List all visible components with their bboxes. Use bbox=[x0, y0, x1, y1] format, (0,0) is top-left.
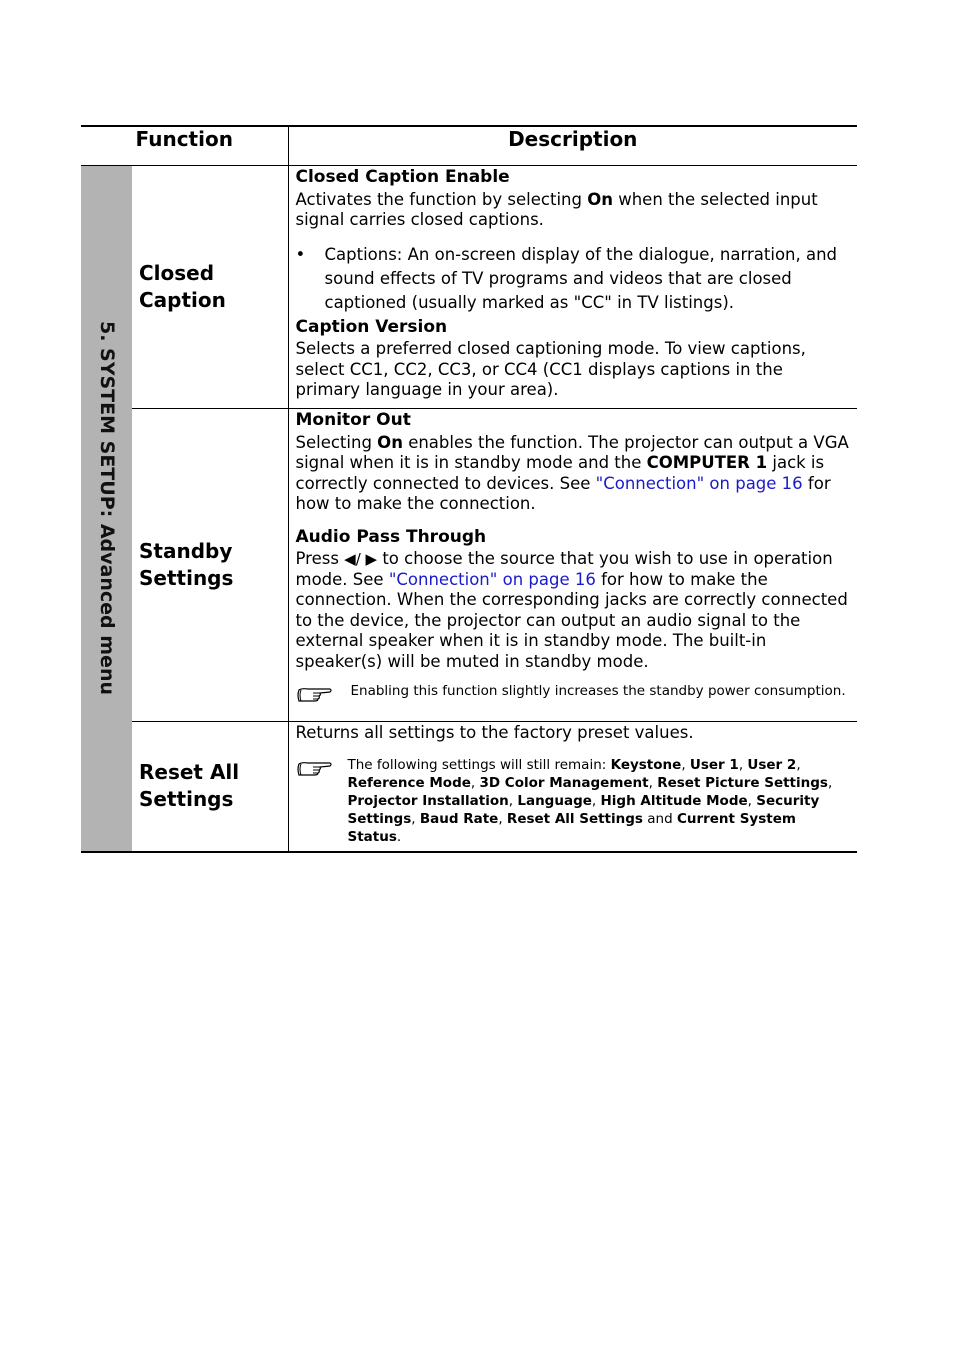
paragraph: Activates the function by selecting On w… bbox=[295, 189, 818, 230]
note-text: The following settings will still remain… bbox=[347, 756, 833, 845]
paragraph: Press ◀/ ▶ to choose the source that you… bbox=[295, 549, 848, 671]
preserved-setting: Keystone bbox=[610, 756, 682, 773]
preserved-setting: Reference Mode bbox=[347, 774, 471, 791]
paragraph: Selecting On enables the function. The p… bbox=[295, 432, 849, 514]
table-row: Standby Settings Monitor Out Selecting O… bbox=[81, 408, 857, 722]
bullet-icon: • bbox=[295, 244, 306, 264]
function-table: Function Description 5. SYSTEM SETUP: Ad… bbox=[81, 125, 857, 853]
table-row: 5. SYSTEM SETUP: Advanced menu Closed Ca… bbox=[81, 165, 857, 853]
subheading: Audio Pass Through bbox=[295, 526, 487, 547]
function-description: Monitor Out Selecting On enables the fun… bbox=[288, 408, 857, 722]
preserved-setting: High Altitude Mode bbox=[600, 792, 748, 809]
function-description: Closed Caption Enable Activates the func… bbox=[288, 165, 857, 409]
left-right-arrow-icon: ◀/ ▶ bbox=[344, 550, 378, 568]
note: Enabling this function slightly increase… bbox=[296, 682, 850, 709]
function-name: Reset All Settings bbox=[132, 721, 289, 853]
paragraph: Selects a preferred closed captioning mo… bbox=[295, 339, 806, 399]
note: The following settings will still remain… bbox=[296, 756, 850, 846]
preserved-setting: User 1 bbox=[689, 756, 739, 773]
preserved-setting: User 2 bbox=[747, 756, 797, 773]
function-name: Standby Settings bbox=[132, 408, 289, 722]
subheading: Monitor Out bbox=[295, 410, 411, 430]
pointing-hand-icon bbox=[296, 756, 348, 783]
header-description: Description bbox=[288, 125, 857, 166]
section-side-tab: 5. SYSTEM SETUP: Advanced menu bbox=[81, 165, 132, 853]
function-name: Closed Caption bbox=[132, 165, 289, 409]
subheading: Closed Caption Enable bbox=[295, 167, 510, 187]
table-row: Reset All Settings Returns all settings … bbox=[81, 721, 857, 853]
section-label: 5. SYSTEM SETUP: Advanced menu bbox=[95, 321, 118, 696]
header-function: Function bbox=[81, 125, 289, 166]
preserved-setting: Baud Rate bbox=[419, 810, 499, 827]
bullet-item: • Captions: An on-screen display of the … bbox=[296, 243, 850, 315]
subheading: Caption Version bbox=[295, 316, 448, 337]
paragraph: Returns all settings to the factory pres… bbox=[295, 723, 694, 742]
preserved-setting: Projector Installation bbox=[347, 792, 509, 809]
connection-link[interactable]: "Connection" on page 16 bbox=[596, 474, 803, 493]
preserved-setting: 3D Color Management bbox=[479, 774, 649, 791]
preserved-setting: Reset All Settings bbox=[506, 810, 643, 827]
pointing-hand-icon bbox=[296, 682, 351, 709]
page: Function Description 5. SYSTEM SETUP: Ad… bbox=[81, 125, 857, 853]
connection-link[interactable]: "Connection" on page 16 bbox=[389, 570, 596, 589]
table-header: Function Description bbox=[81, 125, 857, 166]
function-description: Returns all settings to the factory pres… bbox=[288, 721, 857, 853]
preserved-setting: Language bbox=[517, 792, 592, 809]
preserved-setting: Reset Picture Settings bbox=[657, 774, 828, 791]
